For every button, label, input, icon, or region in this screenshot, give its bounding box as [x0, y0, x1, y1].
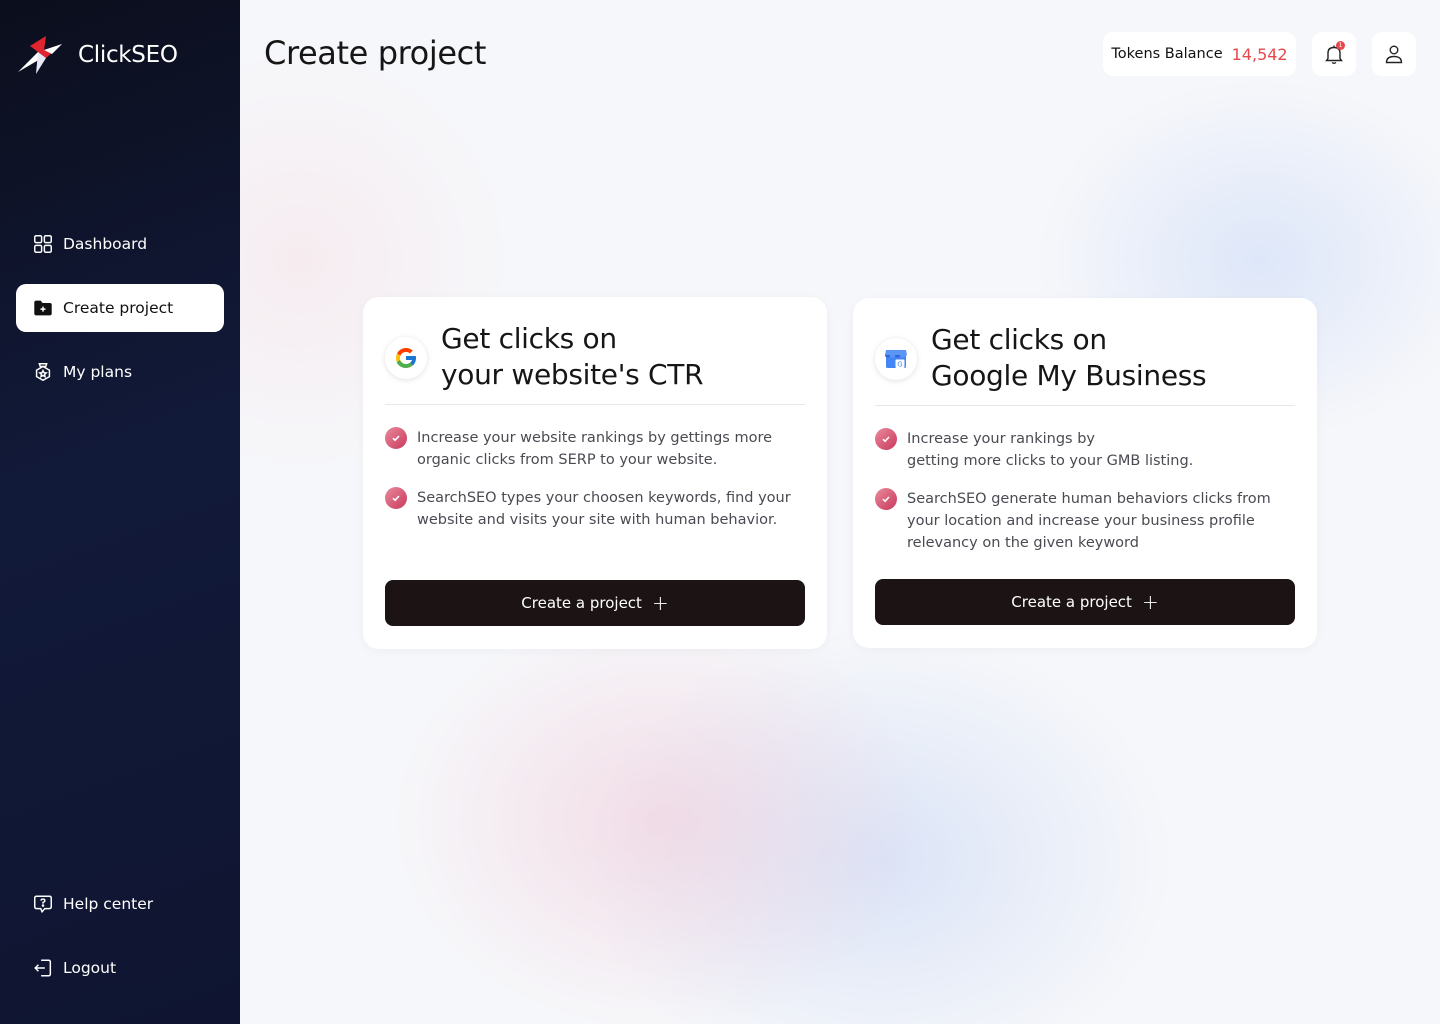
plus-icon: + — [651, 591, 669, 615]
sidebar-item-dashboard[interactable]: Dashboard — [16, 220, 224, 268]
logout-icon — [32, 957, 54, 979]
feature-item: Increase your website rankings by gettin… — [385, 427, 805, 471]
feature-line: organic clicks from SERP to your website… — [417, 452, 718, 468]
sidebar-item-my-plans[interactable]: My plans — [16, 348, 224, 396]
feature-text: Increase your website rankings by gettin… — [417, 427, 772, 471]
card-title-line1: Get clicks on — [931, 323, 1107, 356]
create-project-label: Create a project — [1011, 593, 1132, 611]
tokens-value: 14,542 — [1231, 44, 1288, 64]
feature-line: SearchSEO types your choosen keywords, f… — [417, 490, 791, 506]
feature-line: your location and increase your business… — [907, 513, 1255, 529]
check-icon — [875, 428, 897, 450]
card-header: G Get clicks on Google My Business — [875, 320, 1295, 406]
feature-text: SearchSEO generate human behaviors click… — [907, 488, 1271, 554]
help-icon — [32, 893, 54, 915]
sidebar-item-label: Logout — [63, 959, 117, 977]
grid-icon — [32, 233, 54, 255]
feature-text: SearchSEO types your choosen keywords, f… — [417, 487, 791, 531]
card-title: Get clicks on Google My Business — [931, 322, 1207, 394]
feature-line: relevancy on the given keyword — [907, 535, 1139, 551]
badge-icon — [32, 361, 54, 383]
feature-text: Increase your rankings by getting more c… — [907, 428, 1193, 472]
page-title: Create project — [264, 34, 486, 72]
feature-line: Increase your website rankings by gettin… — [417, 430, 773, 446]
feature-line: Increase your rankings by — [907, 431, 1095, 447]
website-ctr-card: Get clicks on your website's CTR Increas… — [363, 297, 827, 649]
brand[interactable]: ClickSEO — [16, 34, 178, 76]
check-icon — [385, 427, 407, 449]
feature-line: getting more clicks to your GMB listing. — [907, 453, 1194, 469]
feature-line: SearchSEO generate human behaviors click… — [907, 491, 1271, 507]
check-icon — [385, 487, 407, 509]
sidebar-item-label: Help center — [63, 895, 154, 913]
feature-line: website and visits your site with human … — [417, 512, 778, 528]
check-icon — [875, 488, 897, 510]
card-header: Get clicks on your website's CTR — [385, 319, 805, 405]
sidebar-item-help-center[interactable]: Help center — [16, 880, 224, 928]
sidebar-item-logout[interactable]: Logout — [16, 944, 224, 992]
brand-name: ClickSEO — [78, 42, 178, 68]
create-project-button[interactable]: Create a project + — [875, 579, 1295, 625]
card-title: Get clicks on your website's CTR — [441, 321, 704, 393]
notifications-button[interactable]: 1 — [1312, 32, 1356, 76]
feature-item: SearchSEO generate human behaviors click… — [875, 488, 1295, 554]
sidebar-item-label: Create project — [63, 299, 174, 317]
main-content: Create project Tokens Balance 14,542 1 G… — [240, 0, 1440, 1024]
profile-button[interactable] — [1372, 32, 1416, 76]
create-project-label: Create a project — [521, 594, 642, 612]
create-project-button[interactable]: Create a project + — [385, 580, 805, 626]
sidebar-item-label: Dashboard — [63, 235, 148, 253]
card-title-line2: Google My Business — [931, 359, 1207, 392]
google-logo-icon — [385, 337, 427, 379]
google-my-business-card: G Get clicks on Google My Business Incre… — [853, 298, 1317, 648]
card-title-line1: Get clicks on — [441, 322, 617, 355]
google-my-business-icon: G — [875, 338, 917, 380]
feature-item: Increase your rankings by getting more c… — [875, 428, 1295, 472]
tokens-label: Tokens Balance — [1111, 46, 1223, 62]
svg-text:G: G — [897, 361, 902, 369]
sidebar-item-create-project[interactable]: Create project — [16, 284, 224, 332]
feature-item: SearchSEO types your choosen keywords, f… — [385, 487, 805, 531]
sidebar: ClickSEO Dashboard Create project My pla… — [0, 0, 240, 1024]
notification-badge: 1 — [1336, 41, 1345, 50]
tokens-balance: Tokens Balance 14,542 — [1103, 32, 1296, 76]
card-title-line2: your website's CTR — [441, 358, 704, 391]
plus-icon: + — [1141, 590, 1159, 614]
folder-plus-icon — [32, 297, 54, 319]
logo-bird-icon — [18, 36, 62, 74]
user-icon — [1385, 45, 1403, 64]
sidebar-item-label: My plans — [63, 363, 133, 381]
